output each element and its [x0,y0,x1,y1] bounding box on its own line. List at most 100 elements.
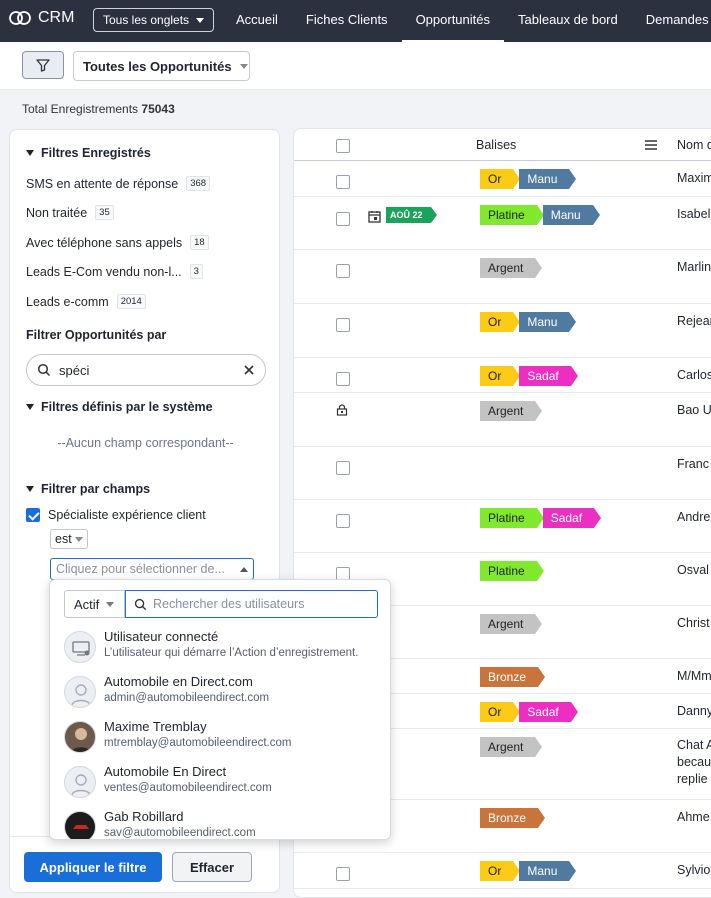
apply-filter-button[interactable]: Appliquer le filtre [24,852,162,882]
row-name[interactable]: Carlos [677,367,711,384]
tag-badge[interactable]: Sadaf [519,366,579,386]
main-nav: Accueil Fiches Clients Opportunités Tabl… [222,0,711,42]
tag-badge[interactable]: Bronze [480,808,546,828]
total-records-value: 75043 [141,102,175,116]
row-name[interactable]: Franc [677,456,709,473]
saved-filter-item[interactable]: Avec téléphone sans appels 18 [26,235,209,250]
tag-badge[interactable]: Argent [480,258,543,278]
system-filters-heading[interactable]: Filtres définis par le système [26,400,213,414]
row-name[interactable]: M/Mm [677,668,711,685]
user-search-input[interactable]: Rechercher des utilisateurs [125,590,378,618]
saved-filter-item[interactable]: SMS en attente de réponse 368 [26,176,211,191]
tag-badge[interactable]: Argent [480,737,543,757]
chevron-up-icon [240,567,248,572]
row-checkbox[interactable] [336,318,350,332]
field-search-input[interactable]: spéci [26,354,266,386]
operator-select[interactable]: est [50,529,88,549]
row-checkbox[interactable] [336,372,350,386]
avatar [64,766,96,798]
user-name: Gab Robillard [104,809,184,824]
nav-tab-fiches-clients[interactable]: Fiches Clients [292,0,402,42]
row-name[interactable]: Ahme [677,809,710,826]
tag-badge[interactable]: Or [480,702,521,722]
row-name[interactable]: Sylvio [677,862,710,879]
tag-badge[interactable]: Or [480,861,521,881]
saved-filter-item[interactable]: Leads E-Com vendu non-l... 3 [26,264,203,279]
view-selector[interactable]: Toutes les Opportunités [73,51,250,81]
crm-logo[interactable]: CRM [8,9,74,27]
tag-badge[interactable]: Platine [480,508,544,528]
filter-toggle-button[interactable] [22,51,64,79]
row-name[interactable]: Danny [677,703,711,720]
saved-filter-item[interactable]: Leads e-comm 2014 [26,294,146,309]
saved-filters-title: Filtres Enregistrés [41,146,151,160]
saved-filter-item[interactable]: Non traitée 35 [26,205,114,220]
name-column-header[interactable]: Nom d [677,138,711,152]
table-row[interactable]: Platine Sadaf Andre [294,500,711,553]
field-search-value: spéci [59,362,90,378]
tag-badge[interactable]: Platine [480,205,544,225]
select-all-checkbox[interactable] [336,139,350,153]
user-option[interactable]: Automobile en Direct.com admin@automobil… [64,671,390,716]
row-name[interactable]: Rejean [677,313,711,330]
tag-badge[interactable]: Manu [519,169,577,189]
column-menu-icon[interactable] [645,140,657,150]
all-tabs-dropdown[interactable]: Tous les onglets [93,8,215,32]
row-checkbox[interactable] [336,867,350,881]
row-checkbox[interactable] [336,264,350,278]
tag-badge[interactable]: Or [480,169,521,189]
tag-badge[interactable]: Manu [519,312,577,332]
tag-badge[interactable]: Argent [480,401,543,421]
tag-badge[interactable]: Manu [519,861,577,881]
tag-badge[interactable]: Or [480,366,521,386]
row-name[interactable]: Osval [677,562,709,579]
nav-tab-tableaux-de-bord[interactable]: Tableaux de bord [504,0,632,42]
row-checkbox[interactable] [336,175,350,189]
field-filters-heading[interactable]: Filtrer par champs [26,482,150,496]
field-filter-option[interactable]: Spécialiste expérience client [26,508,206,522]
table-row[interactable]: AOÛ 22 Platine Manu Isabel [294,197,711,250]
user-picker-field[interactable]: Cliquez pour sélectionner de... [50,558,254,580]
tag-badge[interactable]: Platine [480,561,544,581]
table-row[interactable]: Or Manu Sylvio [294,853,711,889]
row-name[interactable]: Bao U [677,402,711,419]
tags-column-header[interactable]: Balises [476,138,516,152]
clear-filter-button[interactable]: Effacer [172,852,252,882]
row-tags: Argent [480,737,543,757]
row-name[interactable]: Marlin [677,259,711,276]
row-name[interactable]: Isabel [677,206,710,223]
field-checkbox[interactable] [26,508,40,522]
avatar [64,721,96,753]
row-name[interactable]: Andre [677,509,710,526]
table-row[interactable]: Or Manu Maxim [294,161,711,197]
user-option[interactable]: Utilisateur connecté L’utilisateur qui d… [64,626,390,671]
nav-tab-opportunites[interactable]: Opportunités [401,0,504,42]
tag-badge[interactable]: Manu [542,205,600,225]
table-row[interactable]: OrManu Rejean [294,304,711,358]
status-select[interactable]: Actif [64,590,125,618]
table-row[interactable]: Argent Marlin [294,250,711,304]
tag-badge[interactable]: Sadaf [519,702,579,722]
tag-badge[interactable]: Sadaf [542,508,602,528]
row-checkbox[interactable] [336,514,350,528]
app-name: CRM [38,9,75,26]
nav-tab-demandes[interactable]: Demandes [632,0,711,42]
clear-search-icon[interactable] [243,364,255,376]
row-checkbox[interactable] [336,461,350,475]
tag-badge[interactable]: Bronze [480,667,546,687]
saved-filters-heading[interactable]: Filtres Enregistrés [26,146,151,160]
row-name[interactable]: Christ [677,615,710,632]
row-checkbox[interactable] [336,212,350,226]
avatar [64,676,96,708]
nav-tab-accueil[interactable]: Accueil [222,0,292,42]
user-option[interactable]: Automobile En Direct ventes@automobileen… [64,761,390,806]
table-row[interactable]: Franc [294,447,711,500]
tag-badge[interactable]: Argent [480,614,543,634]
table-row[interactable]: Argent Bao U [294,393,711,447]
row-name[interactable]: Chat A becau replie [677,737,711,788]
row-name[interactable]: Maxim [677,170,711,187]
tag-badge[interactable]: Or [480,312,521,332]
table-row[interactable]: Or Sadaf Carlos [294,358,711,393]
user-option[interactable]: Gab Robillard sav@automobileendirect.com [64,806,390,839]
user-option[interactable]: Maxime Tremblay mtremblay@automobileendi… [64,716,390,761]
